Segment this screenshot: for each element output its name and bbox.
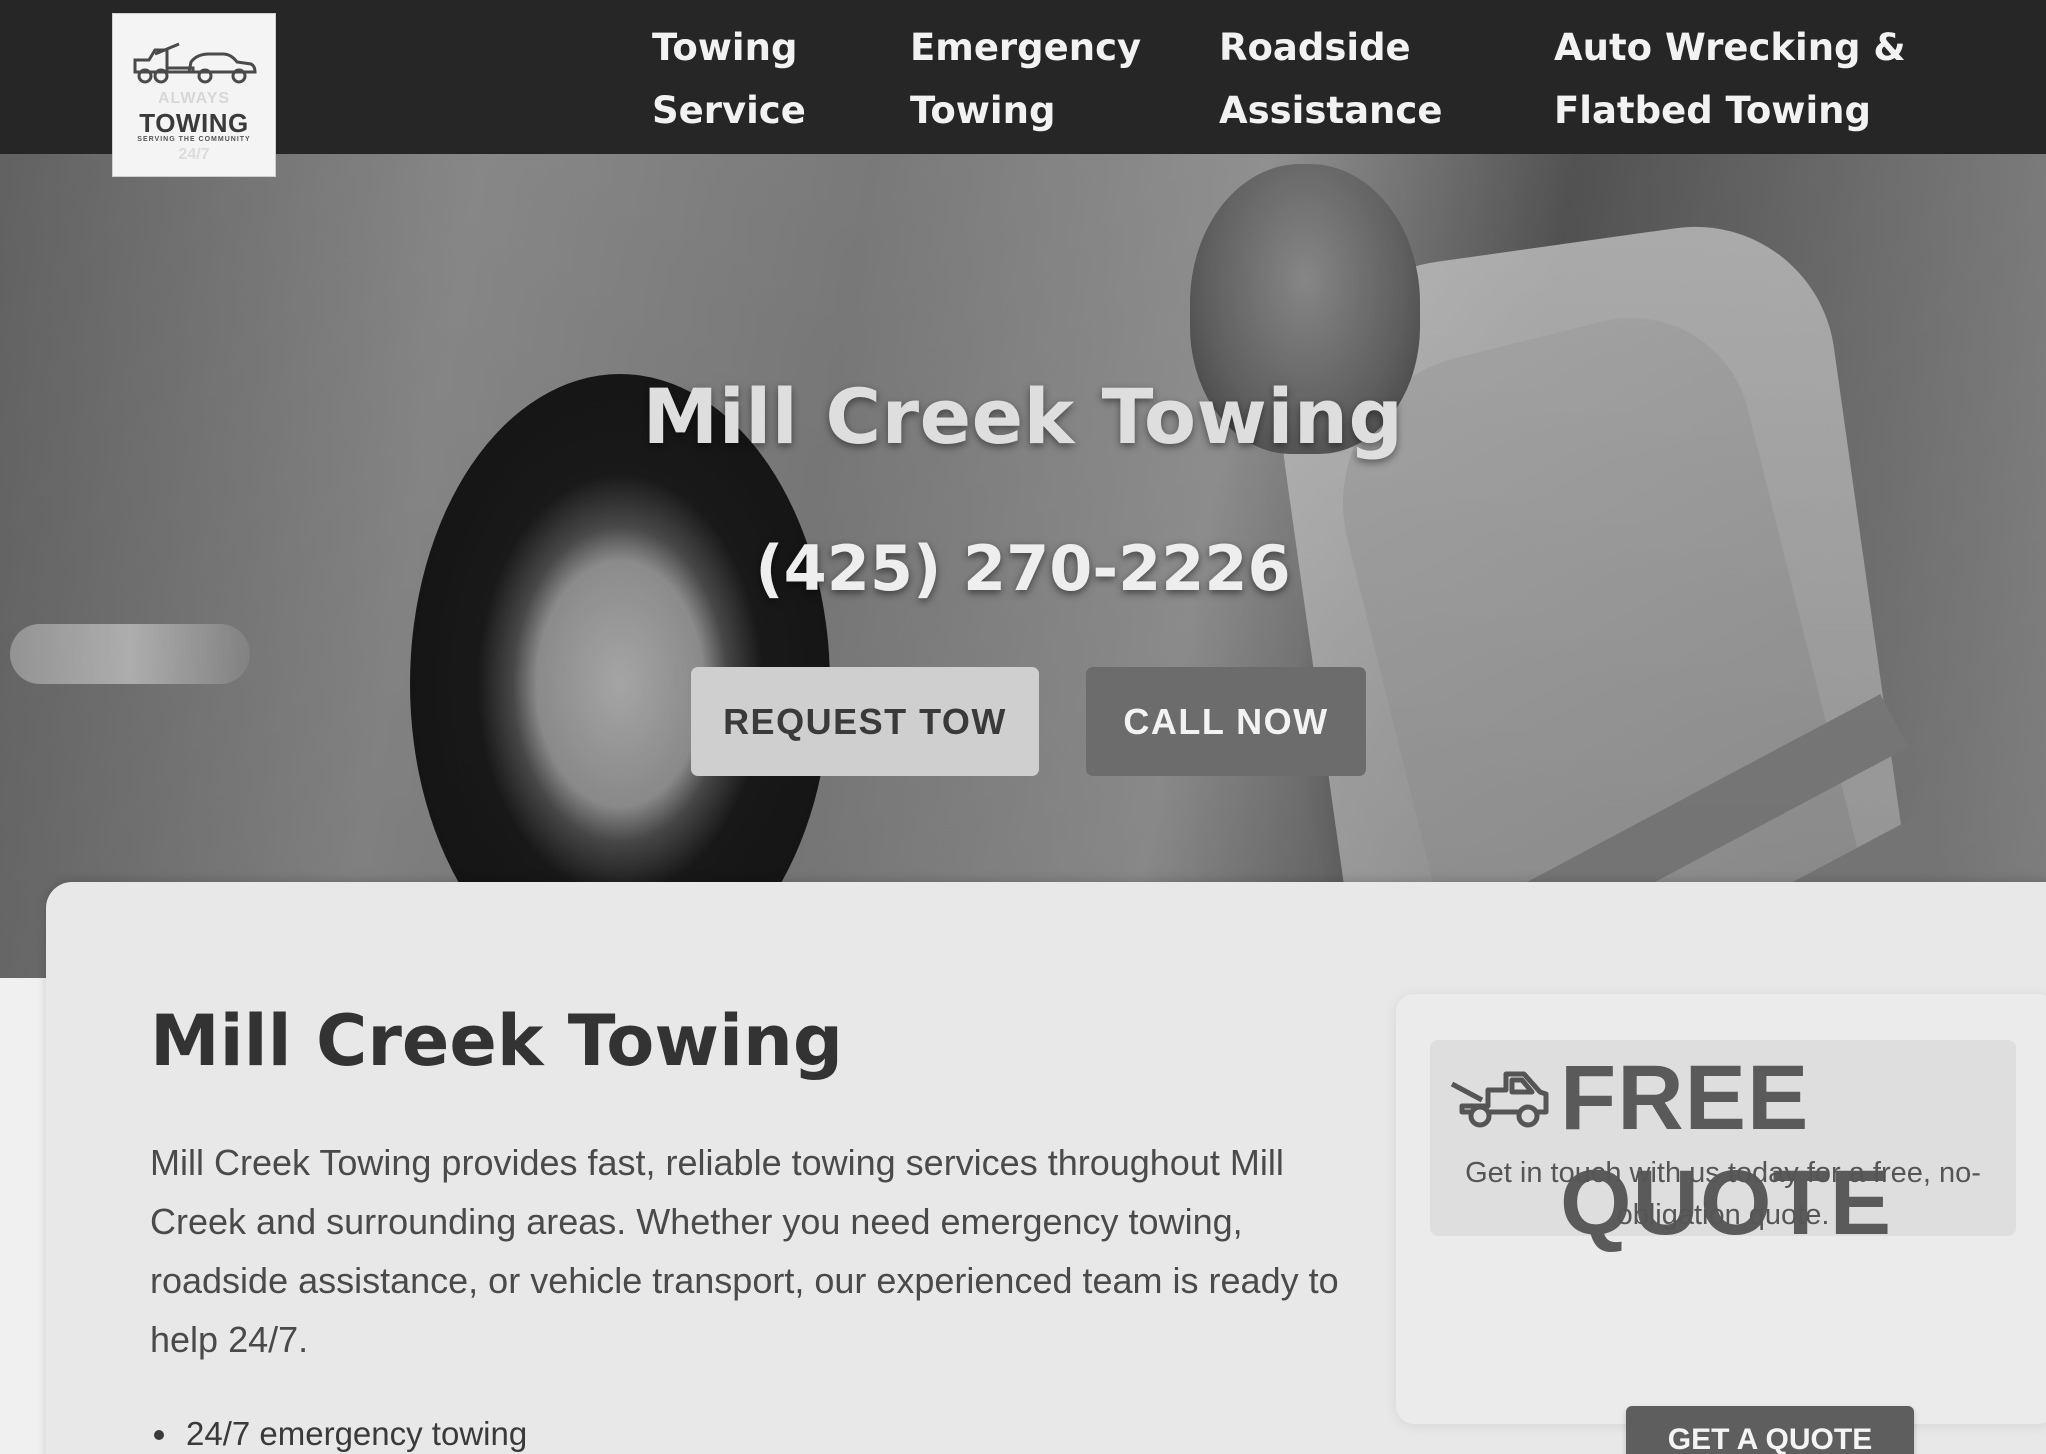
logo-top-text: ALWAYS bbox=[157, 90, 231, 107]
tow-truck-icon bbox=[1450, 1071, 1549, 1128]
intro-title: Mill Creek Towing bbox=[150, 1000, 843, 1082]
nav-roadside-assistance[interactable]: Roadside Assistance bbox=[1219, 16, 1459, 142]
nav-emergency-towing[interactable]: Emergency Towing bbox=[910, 16, 1150, 142]
nav-label-line2: Towing bbox=[910, 89, 1056, 132]
nav-auto-wrecking-flatbed[interactable]: Auto Wrecking & Flatbed Towing bbox=[1554, 16, 1974, 142]
call-now-button[interactable]: CALL NOW bbox=[1086, 667, 1366, 776]
logo-main-text: TOWING bbox=[139, 108, 249, 138]
nav-towing-service[interactable]: Towing Service bbox=[652, 16, 852, 142]
free-quote-box: FREE QUOTE Get in touch with us today fo… bbox=[1396, 994, 2046, 1454]
logo-tagline: SERVING THE COMMUNITY bbox=[137, 136, 251, 143]
get-a-quote-button[interactable]: GET A QUOTE bbox=[1626, 1406, 1914, 1454]
intro-card: Mill Creek Towing Mill Creek Towing prov… bbox=[46, 882, 2046, 1454]
free-quote-header: FREE QUOTE Get in touch with us today fo… bbox=[1430, 1040, 2016, 1254]
nav-label-line1: Auto Wrecking & bbox=[1554, 26, 1906, 69]
list-item: 24/7 emergency towing bbox=[150, 1410, 527, 1454]
intro-text: Mill Creek Towing provides fast, reliabl… bbox=[150, 1142, 1339, 1360]
hero-title: Mill Creek Towing bbox=[642, 372, 1404, 461]
nav-label-line2: Service bbox=[652, 89, 806, 132]
free-quote-subtitle: Get in touch with us today for a free, n… bbox=[1465, 1157, 1981, 1231]
nav-label-line1: Emergency bbox=[910, 26, 1142, 69]
site-logo[interactable]: ALWAYS TOWING SERVING THE COMMUNITY 24/7 bbox=[112, 13, 276, 177]
nav-label-line1: Towing bbox=[652, 26, 798, 69]
tow-truck-icon bbox=[133, 42, 257, 84]
site-header: Towing Service Emergency Towing Roadside… bbox=[0, 0, 2046, 154]
nav-label-line1: Roadside bbox=[1219, 26, 1411, 69]
nav-label-line2: Assistance bbox=[1219, 89, 1443, 132]
hero-banner: Mill Creek Towing (425) 270-2226 REQUEST… bbox=[0, 154, 2046, 978]
hero-phone-link[interactable]: (425) 270-2226 bbox=[0, 532, 2046, 605]
feature-list: 24/7 emergency towing bbox=[150, 1410, 527, 1454]
nav-label-line2: Flatbed Towing bbox=[1554, 89, 1871, 132]
logo-bottom-text: 24/7 bbox=[178, 146, 210, 163]
request-tow-button[interactable]: REQUEST TOW bbox=[691, 667, 1039, 776]
